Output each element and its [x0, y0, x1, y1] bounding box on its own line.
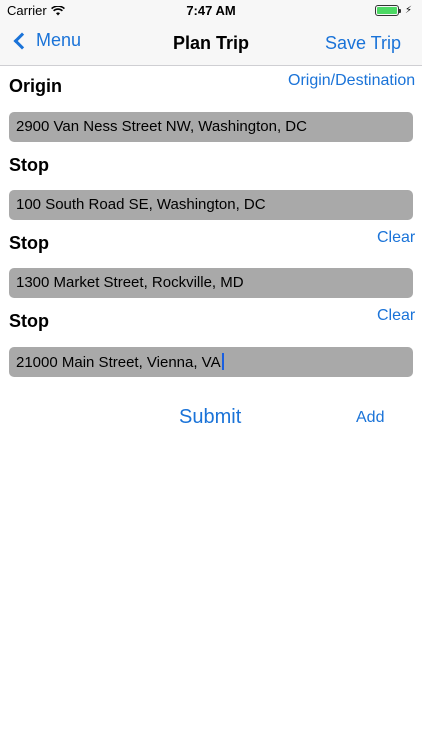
status-time: 7:47 AM — [186, 3, 236, 18]
menu-back-button[interactable]: Menu — [10, 30, 81, 51]
stop-2-label: Stop — [9, 233, 49, 253]
back-label: Menu — [36, 30, 82, 50]
chevron-left-icon — [13, 32, 31, 49]
battery-icon: ⚡ — [374, 5, 412, 16]
add-stop-button[interactable]: Add — [356, 409, 384, 427]
save-trip-button[interactable]: Save Trip — [325, 33, 401, 54]
stop-3-value: 21000 Main Street, Vienna, VA — [16, 354, 221, 371]
submit-button[interactable]: Submit — [179, 406, 241, 429]
stop-3-field[interactable]: 21000 Main Street, Vienna, VA — [9, 347, 413, 377]
stop-2-field[interactable]: 1300 Market Street, Rockville, MD — [9, 268, 413, 298]
navigation-bar: Menu Plan Trip Save Trip — [0, 22, 422, 66]
origin-label: Origin — [9, 76, 62, 96]
stop-3-clear-button[interactable]: Clear — [377, 307, 415, 325]
stop-3-label: Stop — [9, 311, 49, 331]
stop-1-label: Stop — [9, 155, 49, 175]
origin-field[interactable]: 2900 Van Ness Street NW, Washington, DC — [9, 112, 413, 142]
text-cursor — [221, 353, 224, 370]
stop-2-clear-button[interactable]: Clear — [377, 229, 415, 247]
status-bar: Carrier 7:47 AM ⚡ — [0, 0, 422, 22]
stop-1-field[interactable]: 100 South Road SE, Washington, DC — [9, 190, 413, 220]
charging-bolt-icon: ⚡ — [404, 5, 412, 16]
origin-destination-link[interactable]: Origin/Destination — [288, 72, 415, 90]
